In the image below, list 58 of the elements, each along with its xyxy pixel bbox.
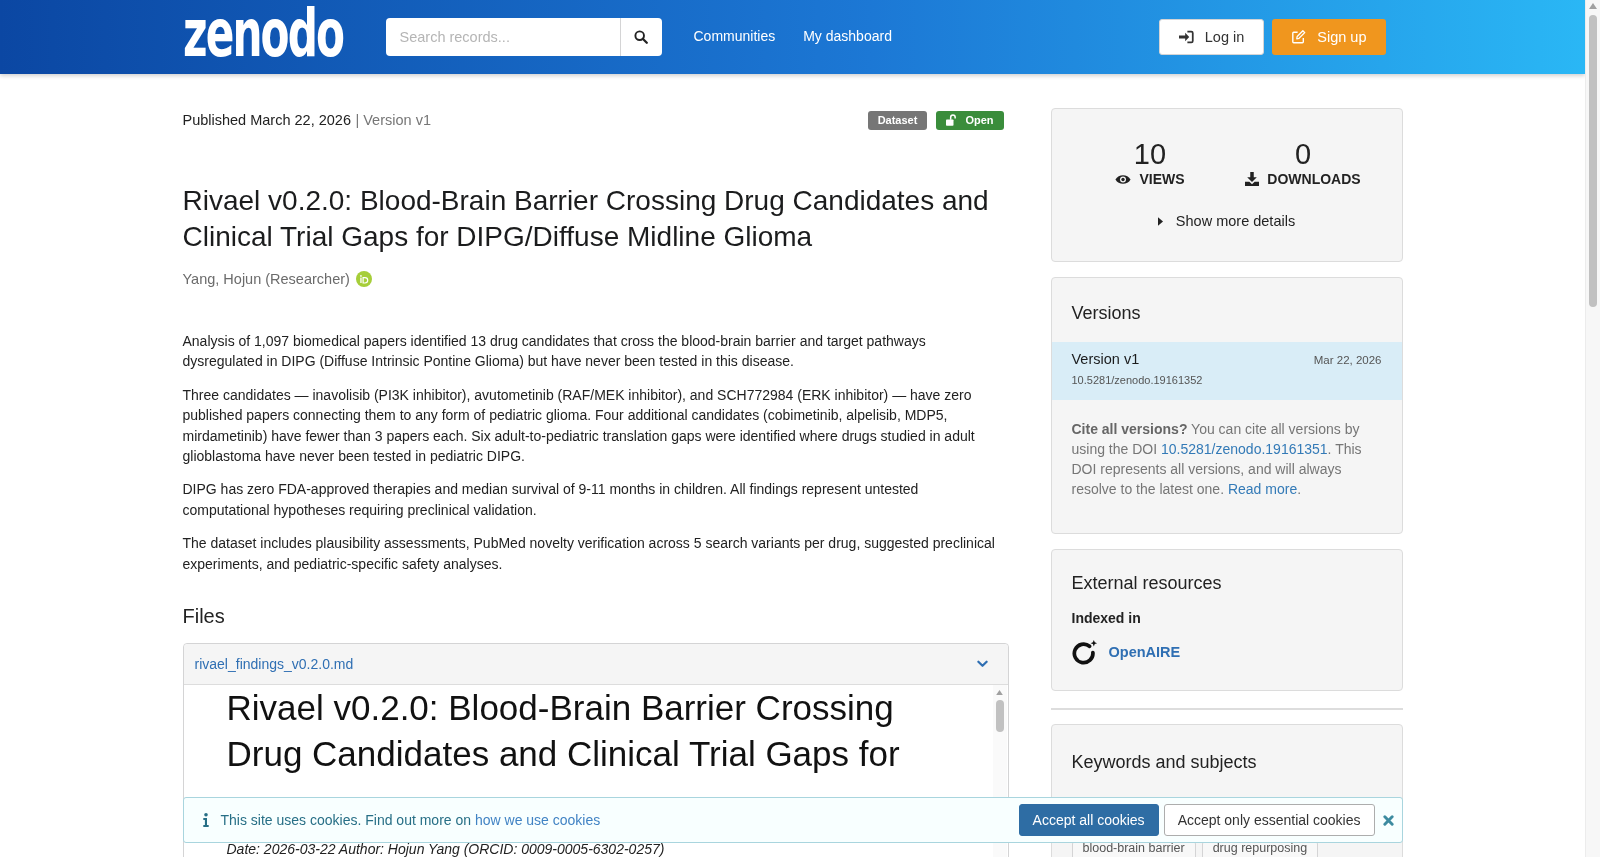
ring-sparkle-logo-icon [1071,639,1098,665]
search-field[interactable]: Search records... [385,17,620,56]
sign-in-icon [1178,30,1194,44]
stat-label: DOWNLOADS [1267,170,1361,188]
show-details-toggle[interactable]: Show more details [1157,211,1296,231]
external-resources-heading: External resources [1071,572,1223,594]
read-more-link[interactable]: Read more [1227,481,1298,497]
cite-all-versions-text: Cite all versions? You can cite all versions by using the DOI 10.5281/zenodo.19161351. This DOI represents all versions, and will always resolve to the latest one. Read more. [1071,420,1363,499]
nav-link[interactable]: Communities [693,28,776,44]
version-doi: 10.5281/zenodo.19161352 [1071,374,1203,386]
search-icon [634,29,648,44]
page-scrollbar[interactable] [1585,0,1600,857]
description-paragraph: Three candidates — inavolisib (PI3K inhibitor), avutometinib (RAF/MEK inhibitor), and SCH772984 (ERK inhibitor) — have zero published papers connecting them to any form of pediatric glioma. Four additional candidates (cobimetinib, alpelisib, MDP5, mirdametinib) have fewer than 3 papers each. Six adult-to-pediatric translation gaps were identified where drugs studied in adult glioblastoma have never been tested in pediatric DIPG. [182,385,976,467]
search-button[interactable] [619,17,662,56]
close-icon [1382,814,1394,826]
record-title: Rivael v0.2.0: Blood-Brain Barrier Crossing Drug Candidates and Clinical Trial Gaps for DIPG/Diffuse Midline Glioma [182,184,990,254]
version-label: | Version v1 [355,112,431,128]
resource-type-badge: Dataset [867,110,928,130]
unlocked-padlock-icon [946,114,957,126]
eye-icon [1115,173,1132,185]
description-paragraph: DIPG has zero FDA-approved therapies and median survival of 9-11 months in children. All findings represent untested computational hypotheses requiring preclinical validation. [182,480,920,520]
versions-heading: Versions [1071,302,1142,324]
index-link[interactable]: OpenAIRE [1108,644,1181,660]
files-heading: Files [182,604,226,629]
indexed-in-label: Indexed in [1071,609,1142,628]
chevron-down-icon[interactable] [976,660,988,669]
description-paragraph: The dataset includes plausibility assessments, PubMed novelty verification across 5 search variants per drug, suggested preclinical experiments, and pediatric-specific safety analyses. [182,534,996,574]
scroll-up-icon[interactable] [1589,3,1597,9]
accept-all-cookies-button[interactable]: Accept all cookies [1018,804,1159,836]
description-paragraph: Analysis of 1,097 biomedical papers identified 13 drug candidates that cross the blood-brain barrier and target pathways dysregulated in DIPG (Diffuse Intrinsic Pontine Glioma) but have never been tested in this disease. [182,332,927,372]
close-button[interactable] [1382,814,1394,826]
stat-count: 10 [1133,139,1167,169]
doi-link[interactable]: 10.5281/zenodo.19161351 [1161,441,1328,457]
file-name-link[interactable]: rivael_findings_v0.2.0.md [194,656,354,673]
stat-count: 0 [1294,139,1312,169]
version-name: Version v1 [1071,351,1140,367]
download-icon [1245,172,1260,186]
preview-metadata-text: Date: 2026-03-22 Author: Hojun Yang (ORCID: 0009-0005-6302-0257) [226,840,666,857]
orcid-icon[interactable] [355,271,372,287]
scroll-up-icon[interactable] [996,690,1003,696]
preview-heading: Rivael v0.2.0: Blood-Brain Barrier Crossing Drug Candidates and Clinical Trial Gaps for [226,687,901,776]
log-in-button[interactable]: Log in [1158,19,1265,55]
edit-icon [1291,30,1307,44]
version-date: Mar 22, 2026 [1313,354,1382,366]
stat-label: VIEWS [1139,170,1185,188]
nav-link[interactable]: My dashboard [803,28,892,44]
site-logo[interactable]: zenodo [182,8,343,60]
accept-essential-cookies-button[interactable]: Accept only essential cookies [1163,804,1375,836]
version-row[interactable]: Version v1 Mar 22, 2026 10.5281/zenodo.19161352 [1051,342,1402,400]
cookie-policy-link[interactable]: how we use cookies [474,812,601,828]
scrollbar-thumb[interactable] [995,700,1004,733]
keywords-heading: Keywords and subjects [1071,751,1258,773]
creator-name[interactable]: Yang, Hojun (Researcher) [182,271,350,287]
access-badge: Open [936,110,1004,130]
info-icon [202,813,209,827]
cookie-notice-text: This site uses cookies. Find out more on how we use cookies [220,812,601,828]
publication-date: Published March 22, 2026 [182,112,351,128]
scrollbar-thumb[interactable] [1589,15,1597,307]
